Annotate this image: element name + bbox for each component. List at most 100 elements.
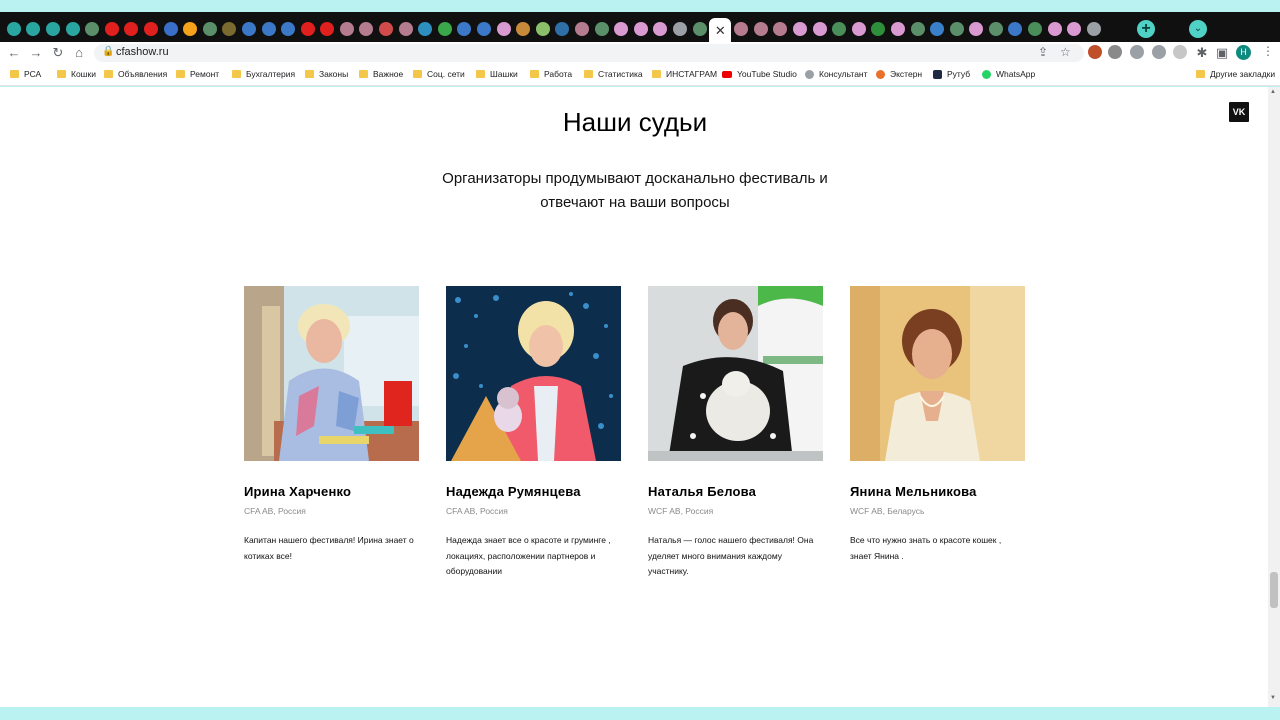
- browser-tab[interactable]: [318, 18, 338, 40]
- browser-tab[interactable]: [435, 18, 455, 40]
- browser-tab[interactable]: [771, 18, 791, 40]
- bookmark-item[interactable]: Рутуб: [933, 69, 970, 79]
- browser-tab[interactable]: [220, 18, 240, 40]
- browser-tab[interactable]: [161, 18, 181, 40]
- browser-tab[interactable]: [553, 18, 573, 40]
- browser-tab[interactable]: [4, 18, 24, 40]
- browser-tab[interactable]: [731, 18, 751, 40]
- bookmark-item[interactable]: Законы: [305, 69, 348, 79]
- browser-tab[interactable]: [908, 18, 928, 40]
- vertical-scrollbar[interactable]: ▲ ▼: [1268, 87, 1280, 707]
- extension-icon[interactable]: [1130, 45, 1144, 59]
- bookmark-item[interactable]: Экстерн: [876, 69, 922, 79]
- browser-tab[interactable]: [986, 18, 1006, 40]
- bookmark-item[interactable]: Кошки: [57, 69, 96, 79]
- scroll-down-icon[interactable]: ▼: [1270, 695, 1276, 701]
- bookmark-item[interactable]: Работа: [530, 69, 572, 79]
- browser-tab[interactable]: [24, 18, 44, 40]
- browser-tab[interactable]: [1045, 18, 1065, 40]
- bookmark-item[interactable]: YouTube Studio: [722, 69, 797, 79]
- extension-icon[interactable]: [1173, 45, 1187, 59]
- browser-tab[interactable]: [102, 18, 122, 40]
- browser-tab[interactable]: [790, 18, 810, 40]
- browser-tab[interactable]: [1064, 18, 1084, 40]
- close-tab-icon[interactable]: ✕: [715, 24, 726, 37]
- browser-tab[interactable]: [810, 18, 830, 40]
- browser-tab[interactable]: [200, 18, 220, 40]
- favicon-icon: [26, 22, 41, 36]
- browser-tab[interactable]: [651, 18, 671, 40]
- browser-tab[interactable]: [337, 18, 357, 40]
- browser-tab[interactable]: [1084, 18, 1104, 40]
- bookmark-item[interactable]: РСА: [10, 69, 41, 79]
- profile-avatar[interactable]: Н: [1236, 45, 1251, 60]
- browser-tab[interactable]: [751, 18, 771, 40]
- bookmark-item[interactable]: WhatsApp: [982, 69, 1035, 79]
- scrollbar-thumb[interactable]: [1270, 572, 1278, 608]
- browser-tab[interactable]: [611, 18, 631, 40]
- home-icon[interactable]: ⌂: [71, 45, 87, 61]
- browser-tab[interactable]: [869, 18, 889, 40]
- browser-tab[interactable]: [415, 18, 435, 40]
- browser-tab[interactable]: [927, 18, 947, 40]
- browser-tab[interactable]: [376, 18, 396, 40]
- bookmark-label: WhatsApp: [996, 69, 1036, 79]
- extension-icon[interactable]: [1152, 45, 1166, 59]
- bookmark-item[interactable]: Бухгалтерия: [232, 69, 295, 79]
- share-icon[interactable]: ⇪: [1038, 45, 1048, 59]
- bookmark-item[interactable]: Шашки: [476, 69, 518, 79]
- reload-icon[interactable]: ↻: [50, 45, 66, 61]
- browser-tab[interactable]: [180, 18, 200, 40]
- side-panel-icon[interactable]: ▣: [1214, 45, 1230, 61]
- extension-icon[interactable]: [1108, 45, 1122, 59]
- tab-search-button[interactable]: ⌄: [1189, 20, 1207, 38]
- browser-tab[interactable]: [670, 18, 690, 40]
- bookmark-item[interactable]: ИНСТАГРАМ: [652, 69, 717, 79]
- browser-tab[interactable]: [690, 18, 710, 40]
- active-tab[interactable]: ✕: [709, 18, 732, 42]
- browser-tab[interactable]: [947, 18, 967, 40]
- bookmark-star-icon[interactable]: ☆: [1060, 45, 1071, 59]
- browser-tab[interactable]: [494, 18, 514, 40]
- browser-tab[interactable]: [122, 18, 142, 40]
- bookmark-item[interactable]: Важное: [359, 69, 403, 79]
- browser-tab[interactable]: [43, 18, 63, 40]
- browser-tab[interactable]: [396, 18, 416, 40]
- scroll-up-icon[interactable]: ▲: [1270, 89, 1276, 95]
- bookmark-item[interactable]: Объявления: [104, 69, 167, 79]
- bookmark-item[interactable]: Статистика: [584, 69, 643, 79]
- browser-tab[interactable]: [967, 18, 987, 40]
- new-tab-button[interactable]: +: [1137, 20, 1155, 38]
- browser-tab[interactable]: [572, 18, 592, 40]
- puzzle-icon[interactable]: ✱: [1194, 45, 1210, 61]
- browser-tab[interactable]: [1006, 18, 1026, 40]
- browser-tab[interactable]: [592, 18, 612, 40]
- back-arrow-icon[interactable]: ←: [6, 45, 22, 61]
- browser-tab[interactable]: [829, 18, 849, 40]
- browser-tab[interactable]: [888, 18, 908, 40]
- browser-tab[interactable]: [259, 18, 279, 40]
- bookmark-item[interactable]: Консультант: [805, 69, 868, 79]
- browser-tab[interactable]: [357, 18, 377, 40]
- menu-icon[interactable]: ⋮: [1262, 44, 1274, 58]
- bookmark-item[interactable]: Соц. сети: [413, 69, 465, 79]
- browser-tab[interactable]: [631, 18, 651, 40]
- browser-tab[interactable]: [141, 18, 161, 40]
- forward-arrow-icon[interactable]: →: [28, 45, 44, 61]
- browser-tab[interactable]: [82, 18, 102, 40]
- browser-tab[interactable]: [1025, 18, 1045, 40]
- other-bookmarks[interactable]: Другие закладки: [1196, 69, 1275, 79]
- extension-icon[interactable]: [1088, 45, 1102, 59]
- browser-tab[interactable]: [455, 18, 475, 40]
- favicon-icon: [457, 22, 472, 36]
- browser-tab[interactable]: [513, 18, 533, 40]
- bookmark-item[interactable]: Ремонт: [176, 69, 219, 79]
- address-bar[interactable]: 🔒 cfashow.ru ⇪ ☆: [94, 44, 1084, 62]
- browser-tab[interactable]: [849, 18, 869, 40]
- browser-tab[interactable]: [239, 18, 259, 40]
- browser-tab[interactable]: [278, 18, 298, 40]
- browser-tab[interactable]: [533, 18, 553, 40]
- browser-tab[interactable]: [63, 18, 83, 40]
- browser-tab[interactable]: [298, 18, 318, 40]
- browser-tab[interactable]: [474, 18, 494, 40]
